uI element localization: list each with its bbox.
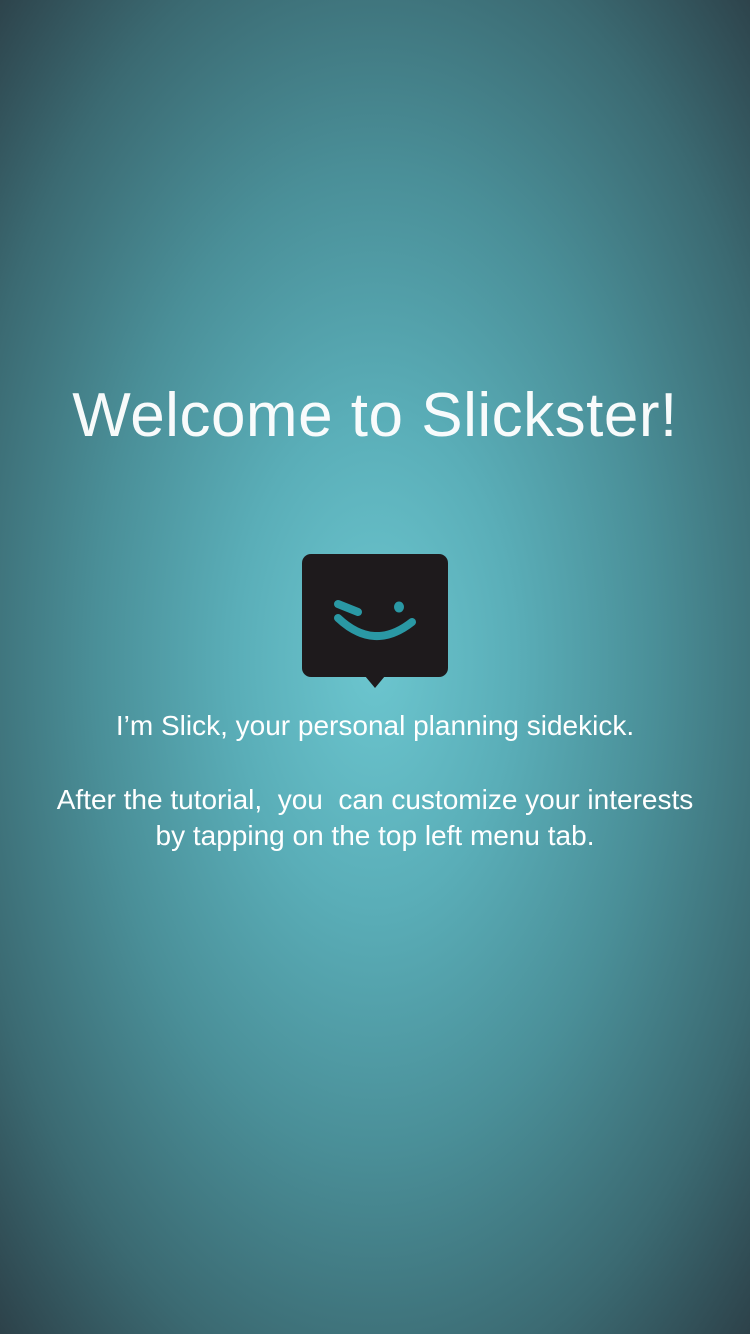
welcome-screen: Welcome to Slickster! I’m Slick, your pe… (0, 0, 750, 1334)
intro-text: I’m Slick, your personal planning sideki… (115, 710, 635, 741)
tip-line-1: After the tutorial, you can customize yo… (56, 784, 694, 815)
tutorial-tip: After the tutorial, you can customize yo… (20, 782, 730, 854)
winking-chat-bubble-icon (302, 554, 448, 690)
tip-line-2: by tapping on the top left menu tab. (155, 820, 595, 851)
welcome-title: Welcome to Slickster! (72, 381, 678, 450)
